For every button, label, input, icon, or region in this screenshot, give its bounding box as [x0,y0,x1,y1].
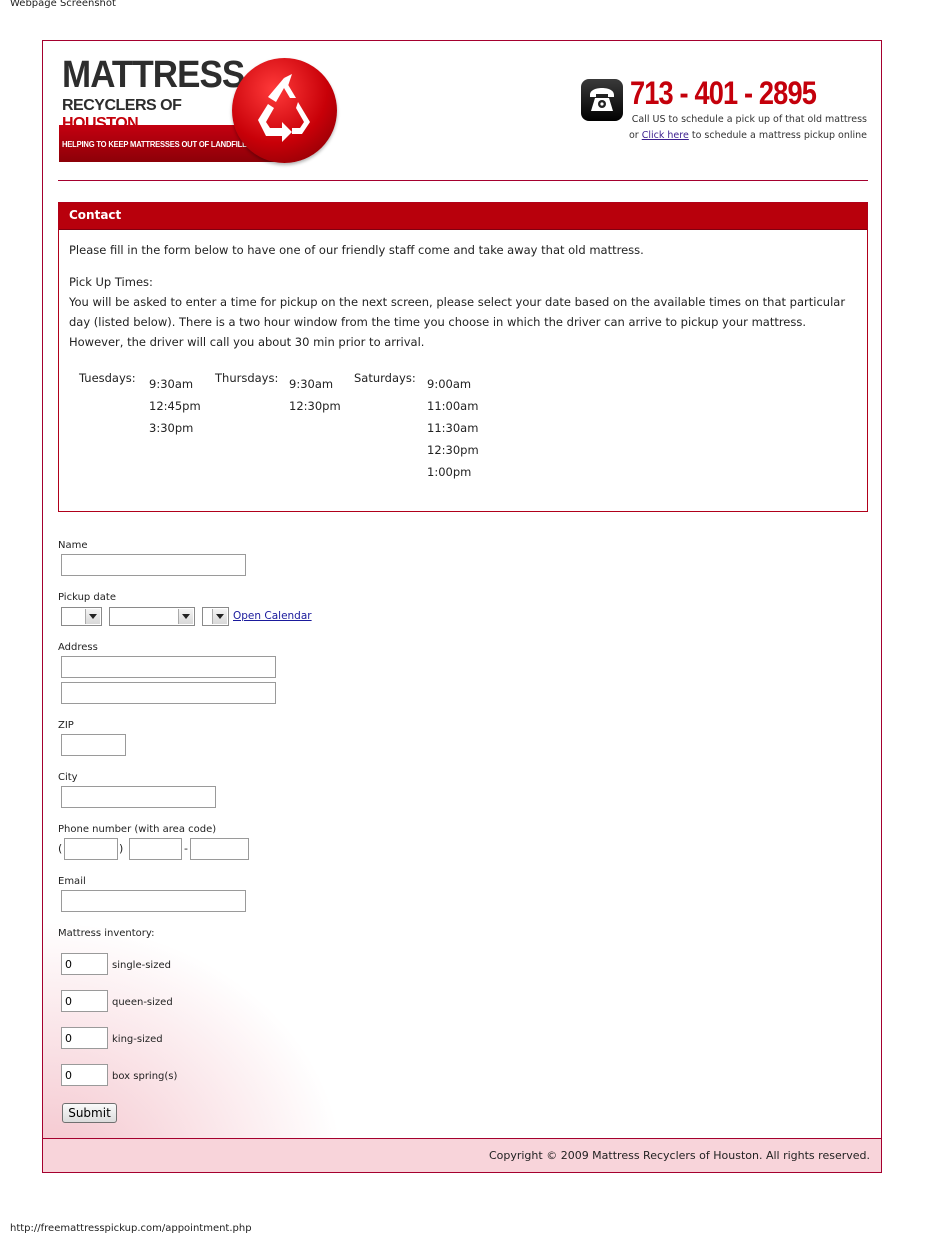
boxspring-quantity-input[interactable] [61,1064,108,1086]
email-input[interactable] [61,890,246,912]
phone-label: Phone number (with area code) [58,824,217,835]
pickup-day-select[interactable] [61,607,102,626]
header-divider [58,180,868,181]
schedule-times: 9:00am 11:00am 11:30am 12:30pm 1:00pm [427,373,479,483]
schedule-time: 1:00pm [427,465,472,479]
city-input[interactable] [61,786,216,808]
pickup-text: You will be asked to enter a time for pi… [69,295,846,349]
email-label: Email [58,876,86,887]
zip-input[interactable] [61,734,126,756]
name-input[interactable] [61,554,246,576]
single-quantity-input[interactable] [61,953,108,975]
phone-line-input[interactable] [190,838,249,860]
schedule-times: 9:30am 12:45pm 3:30pm [149,373,201,439]
schedule-times: 9:30am 12:30pm [289,373,341,417]
schedule-day: Thursdays: [215,371,279,385]
chevron-down-icon [178,609,193,624]
submit-button[interactable]: Submit [62,1103,117,1123]
logo-word-mattress: MATTRESS [62,54,245,96]
online-prefix: or [629,130,639,141]
contact-panel: Contact Please fill in the form below to… [58,202,868,512]
address-line2-input[interactable] [61,682,276,704]
copyright-text: Copyright © 2009 Mattress Recyclers of H… [488,1149,870,1162]
site-logo[interactable]: MATTRESS RECYCLERS OF HOUSTON HELPING TO… [59,54,359,165]
pickup-date-label: Pickup date [58,592,116,603]
contact-body: Please fill in the form below to have on… [59,230,867,352]
screenshot-caption: Webpage Screenshot [10,0,116,9]
queen-quantity-input[interactable] [61,990,108,1012]
online-suffix: to schedule a mattress pickup online [691,130,867,141]
pickup-month-select[interactable] [109,607,195,626]
address-label: Address [58,642,98,653]
click-here-link[interactable]: Click here [642,130,689,141]
schedule-day: Saturdays: [354,371,416,385]
logo-tagline: HELPING TO KEEP MATTRESSES OUT OF LANDFI… [62,140,252,149]
zip-label: ZIP [58,720,74,731]
open-calendar-link[interactable]: Open Calendar [233,610,312,622]
phone-area-input[interactable] [64,838,118,860]
chevron-down-icon [212,609,227,624]
schedule-time: 9:30am [289,377,334,391]
queen-quantity-label: queen-sized [112,997,173,1008]
phone-dash: - [184,842,188,855]
schedule-time: 11:30am [427,421,479,435]
address-line1-input[interactable] [61,656,276,678]
pickup-year-select[interactable] [202,607,229,626]
schedule-time: 9:00am [427,377,472,391]
schedule-time: 3:30pm [149,421,194,435]
contact-title: Contact [59,203,867,230]
phone-prefix-input[interactable] [129,838,182,860]
recycle-icon [232,58,337,163]
logo-recyclers-of: RECYCLERS OF [62,97,182,114]
page-url: http://freemattresspickup.com/appointmen… [10,1223,252,1234]
phone-open-paren: ( [58,842,63,855]
schedule-day: Tuesdays: [79,371,136,385]
phone-close-paren: ) [119,842,124,855]
pickup-heading: Pick Up Times: [69,275,153,289]
boxspring-quantity-label: box spring(s) [112,1071,178,1082]
schedule-time: 12:45pm [149,399,201,413]
name-label: Name [58,540,88,551]
schedule-time: 12:30pm [427,443,479,457]
king-quantity-input[interactable] [61,1027,108,1049]
page-frame: MATTRESS RECYCLERS OF HOUSTON HELPING TO… [42,40,882,1173]
inventory-label: Mattress inventory: [58,928,155,939]
schedule-time: 11:00am [427,399,479,413]
chevron-down-icon [85,609,100,624]
online-schedule-text: or Click here to schedule a mattress pic… [567,128,867,144]
phone-subtext: Call US to schedule a pick up of that ol… [567,112,867,144]
page-footer: Copyright © 2009 Mattress Recyclers of H… [43,1138,881,1172]
king-quantity-label: king-sized [112,1034,163,1045]
phone-number[interactable]: 713 - 401 - 2895 [630,75,834,111]
single-quantity-label: single-sized [112,960,171,971]
schedule-time: 9:30am [149,377,194,391]
city-label: City [58,772,78,783]
contact-intro: Please fill in the form below to have on… [69,243,644,257]
call-us-text: Call US to schedule a pick up of that ol… [631,114,867,125]
schedule-time: 12:30pm [289,399,341,413]
phone-contact: 713 - 401 - 2895 Call US to schedule a p… [567,75,867,147]
